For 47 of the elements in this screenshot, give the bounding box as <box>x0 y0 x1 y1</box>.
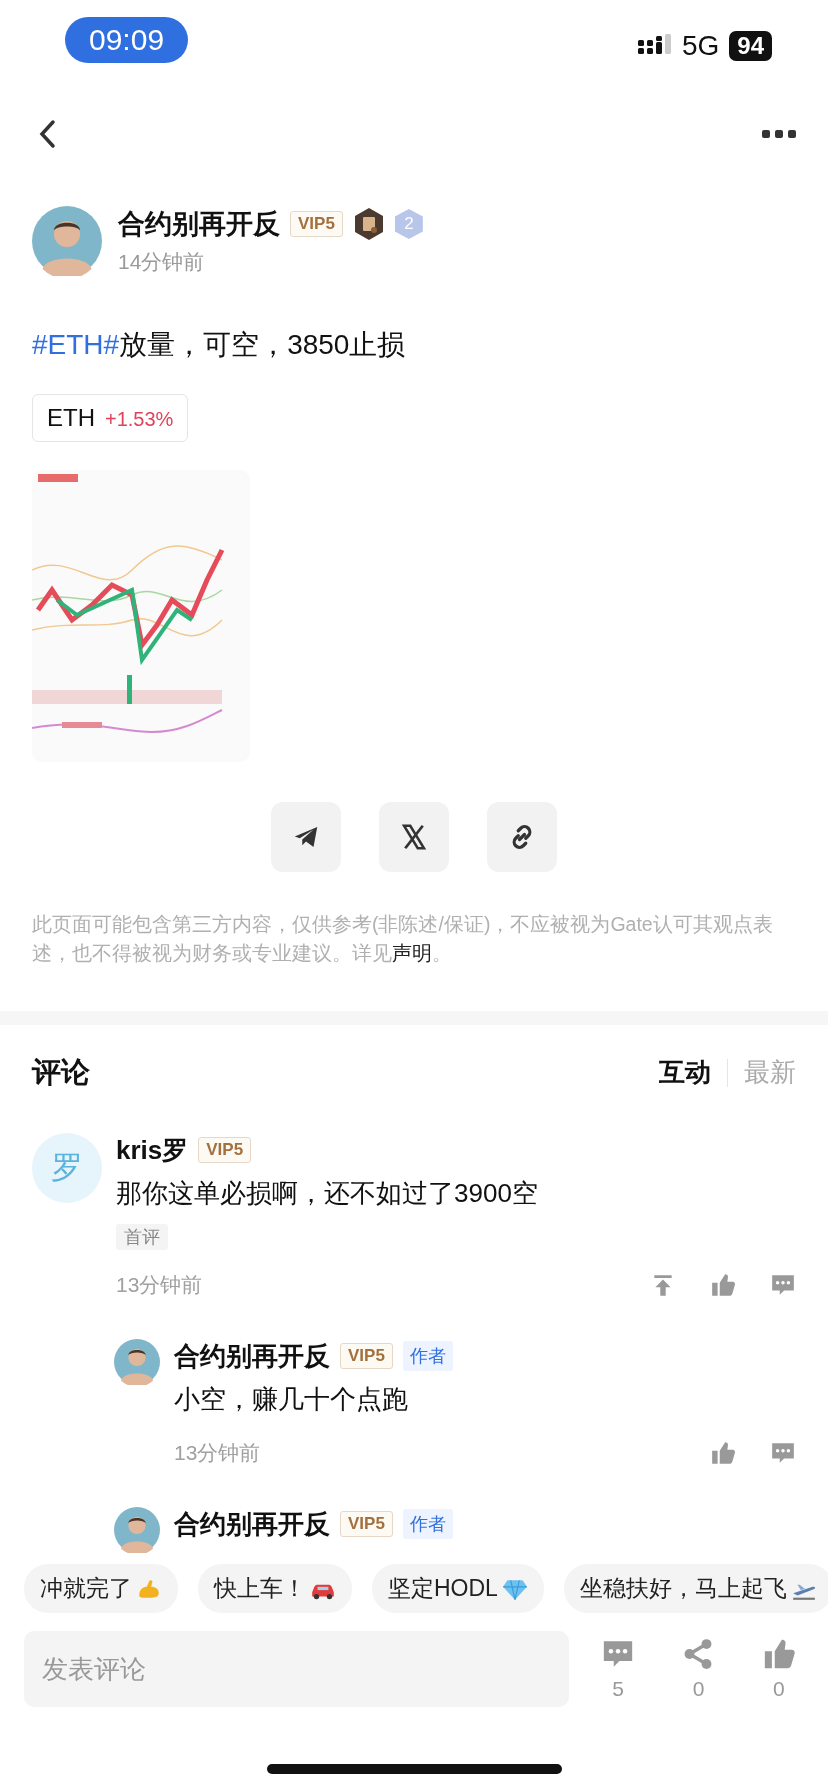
author-tag: 作者 <box>402 1509 453 1539</box>
avatar: 罗 <box>32 1132 102 1203</box>
commenter-name[interactable]: 合约别再开反 <box>174 1506 330 1542</box>
share-button[interactable] <box>271 802 341 872</box>
commenter-name[interactable]: 合约别再开反 <box>174 1338 330 1374</box>
thumbs-up-icon[interactable] <box>710 1439 736 1466</box>
share-button[interactable] <box>379 802 449 872</box>
statement-link[interactable]: 声明 <box>392 942 432 965</box>
disclaimer-text: 此页面可能包含第三方内容，仅供参考(非陈述/保证)，不应被视为Gate认可其观点表述，也不得被视为财务或专业建议。详见声明。 <box>32 912 774 967</box>
post-time: 14分钟前 <box>118 249 206 275</box>
battery-level: 94 <box>737 32 764 59</box>
level-badge: 2 <box>394 209 423 239</box>
vip-badge: VIP5 <box>198 1137 252 1163</box>
quick-reply-chip[interactable]: 冲就完了 <box>24 1564 178 1613</box>
ticker-chip[interactable]: ETH +1.53% <box>32 394 189 442</box>
first-comment-tag: 首评 <box>116 1223 168 1250</box>
quick-reply-chip[interactable]: 坐稳扶好，马上起飞 <box>563 1564 828 1613</box>
comment-time: 13分钟前 <box>116 1271 203 1298</box>
avatar <box>32 206 102 276</box>
post-text: 放量，可空，3850止损 <box>119 329 406 360</box>
commenter-name[interactable]: kris罗 <box>116 1132 189 1168</box>
comment-text: 那你这单必损啊，还不如过了3900空 <box>116 1176 539 1210</box>
thumbs-up-icon[interactable] <box>710 1271 736 1298</box>
status-time: 09:09 <box>65 17 189 63</box>
avatar <box>114 1506 160 1553</box>
author-tag: 作者 <box>402 1341 453 1371</box>
comment-time: 13分钟前 <box>174 1439 261 1466</box>
vip-badge: VIP5 <box>340 1343 393 1369</box>
scroll-badge-icon <box>352 207 385 241</box>
back-icon[interactable] <box>38 119 58 149</box>
ticker-symbol: ETH <box>47 404 95 432</box>
vip-badge: VIP5 <box>290 211 343 237</box>
vip-badge: VIP5 <box>340 1511 393 1537</box>
ticker-change: +1.53% <box>105 408 174 431</box>
quick-reply-chip[interactable]: 快上车！ <box>198 1564 352 1613</box>
avatar <box>114 1338 160 1385</box>
share-button[interactable] <box>487 802 557 872</box>
comment-text: 小空，赚几十个点跑 <box>174 1382 409 1416</box>
network-type: 5G <box>681 30 720 62</box>
quick-reply-chip[interactable]: 坚定HODL <box>372 1564 544 1613</box>
author-name[interactable]: 合约别再开反 <box>118 206 280 242</box>
more-icon[interactable] <box>762 129 796 139</box>
sort-tab[interactable]: 互动 <box>659 1055 711 1090</box>
hashtag-link[interactable]: #ETH# <box>32 329 120 360</box>
comment-input[interactable]: 发表评论 <box>24 1631 569 1707</box>
x-logo-icon <box>399 822 429 852</box>
comments-title: 评论 <box>32 1054 90 1090</box>
